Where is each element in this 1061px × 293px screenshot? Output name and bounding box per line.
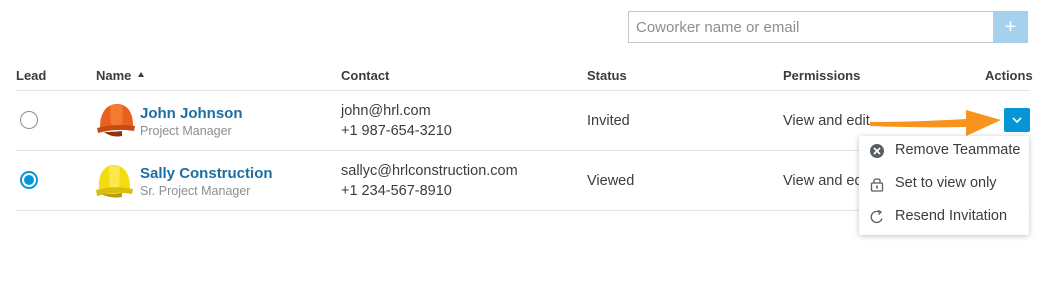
callout-arrow	[870, 110, 1001, 136]
add-coworker-button[interactable]: +	[993, 11, 1028, 43]
lock-icon	[870, 178, 884, 192]
header-lead: Lead	[16, 68, 47, 83]
header-status: Status	[587, 68, 627, 83]
menu-item-resend-invitation[interactable]: Resend Invitation	[859, 202, 1029, 234]
contact-email: sallyc@hrlconstruction.com	[341, 163, 518, 179]
coworker-search-input[interactable]	[629, 12, 993, 42]
menu-item-set-view-only[interactable]: Set to view only	[859, 169, 1029, 201]
menu-item-label: Resend Invitation	[895, 208, 1008, 224]
menu-item-label: Set to view only	[895, 175, 997, 191]
header-divider	[16, 90, 1030, 91]
teammate-title: Project Manager	[140, 124, 232, 138]
lead-radio[interactable]	[20, 111, 38, 129]
header-actions: Actions	[985, 68, 1033, 83]
menu-item-remove-teammate[interactable]: Remove Teammate	[859, 136, 1029, 168]
invite-box: +	[628, 11, 1028, 43]
header-permissions: Permissions	[783, 68, 861, 83]
actions-dropdown-button[interactable]	[1004, 108, 1030, 132]
chevron-down-icon	[1012, 117, 1022, 123]
contact-phone: +1 234-567-8910	[341, 183, 452, 199]
contact-phone: +1 987-654-3210	[341, 123, 452, 139]
status-text: Viewed	[587, 173, 635, 189]
permissions-text: View and edit	[783, 113, 870, 129]
teammate-name-link[interactable]: Sally Construction	[140, 165, 273, 182]
contact-email: john@hrl.com	[341, 103, 431, 119]
header-contact: Contact	[341, 68, 390, 83]
actions-menu: Remove Teammate Set to view only Resend …	[859, 136, 1029, 235]
menu-item-label: Remove Teammate	[895, 142, 1021, 158]
teammate-name-link[interactable]: John Johnson	[140, 105, 243, 122]
sort-ascending-icon[interactable]	[138, 72, 144, 77]
x-circle-icon	[870, 144, 884, 158]
header-name[interactable]: Name	[96, 68, 131, 83]
permissions-text: View and edit	[783, 173, 870, 189]
orange-hardhat-icon	[97, 104, 135, 137]
teammate-title: Sr. Project Manager	[140, 184, 251, 198]
lead-radio[interactable]	[20, 171, 38, 189]
yellow-hardhat-icon	[96, 165, 133, 198]
status-text: Invited	[587, 113, 630, 129]
refresh-icon	[870, 209, 883, 224]
